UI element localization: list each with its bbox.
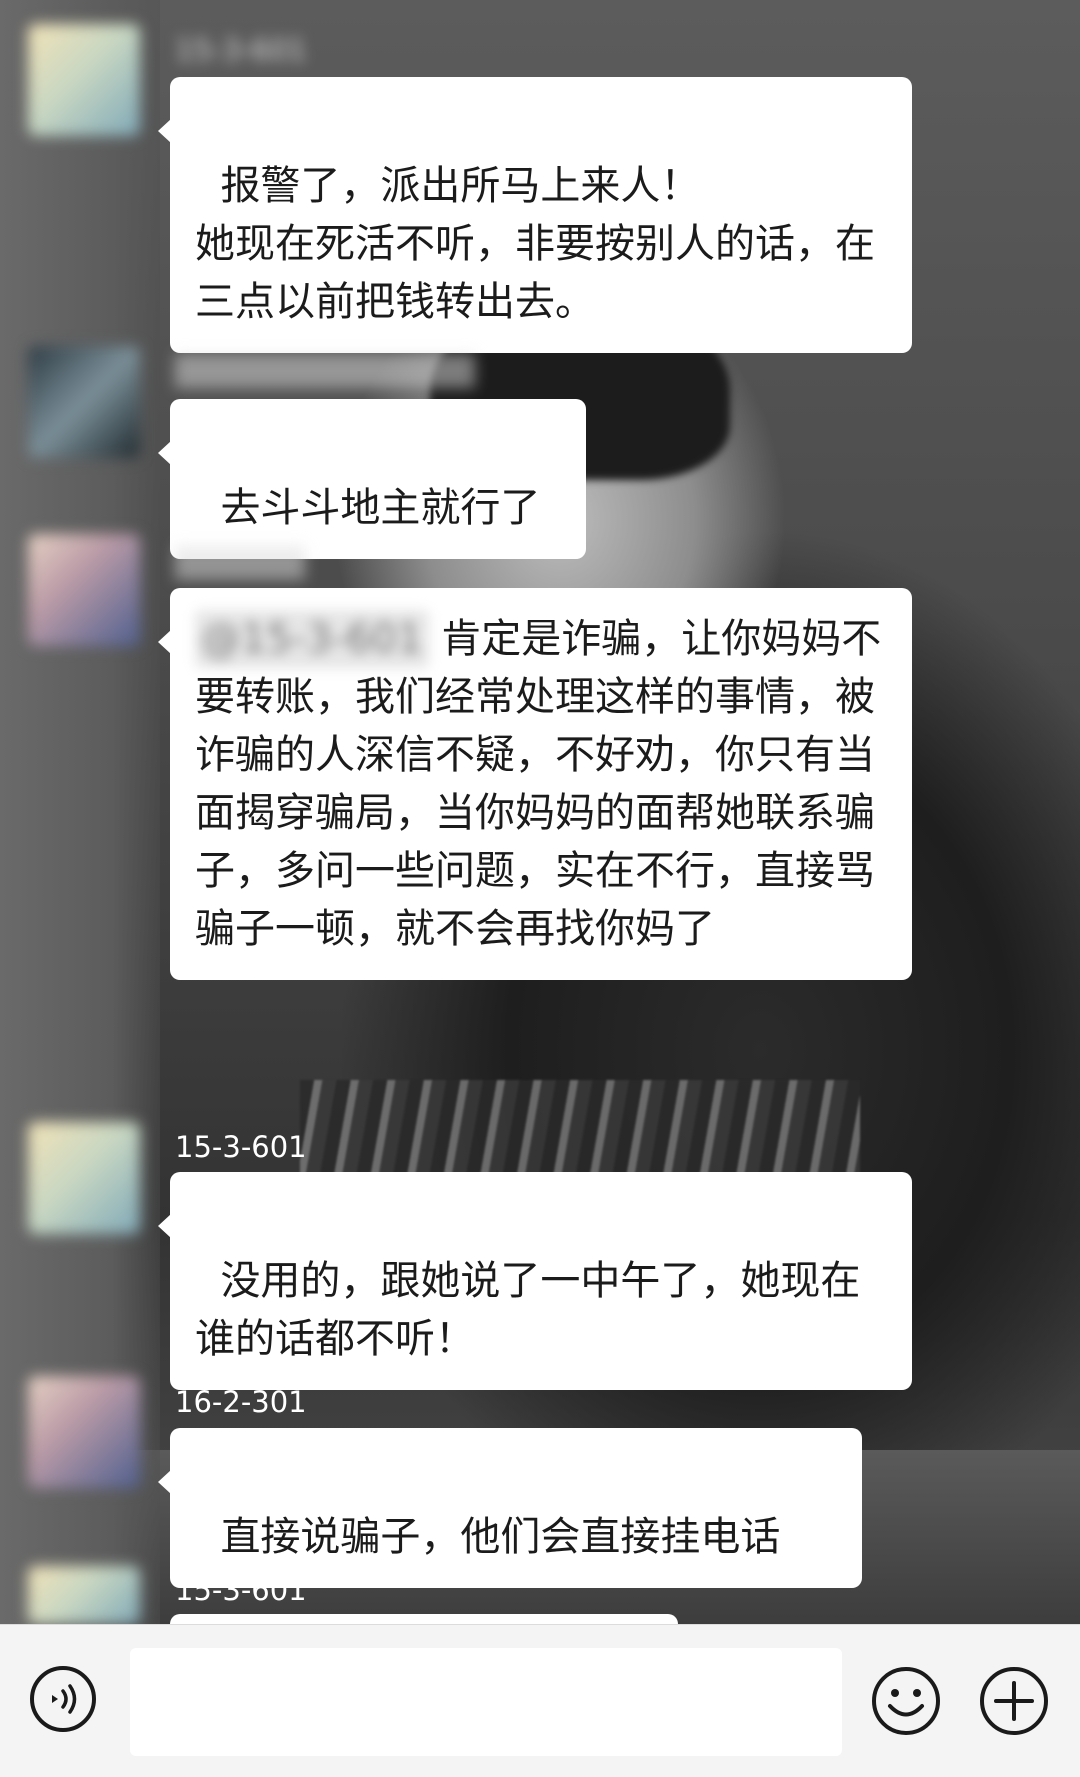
mention-tag[interactable]: @15-3-601 bbox=[195, 610, 429, 668]
avatar[interactable] bbox=[28, 1566, 140, 1624]
message-bubble[interactable]: 直接说骗子，他们会直接挂电话 bbox=[158, 1428, 862, 1588]
sender-name: 15-3-601 bbox=[175, 33, 307, 67]
avatar[interactable] bbox=[28, 24, 140, 136]
sender-name: 15-3-601 bbox=[175, 1573, 307, 1607]
sender-name: 16-2-301 bbox=[175, 1385, 307, 1419]
message-bubble[interactable]: 没用的，跟她说了一中午了，她现在谁的话都不听！ bbox=[158, 1172, 912, 1390]
sender-name bbox=[175, 546, 305, 580]
message-bubble[interactable]: 去斗斗地主就行了 bbox=[158, 399, 586, 559]
emoji-icon[interactable] bbox=[870, 1665, 942, 1737]
sender-name: 15-3-601 bbox=[175, 1130, 307, 1164]
sender-name bbox=[175, 354, 475, 388]
message-input[interactable] bbox=[130, 1648, 842, 1756]
message-bubble[interactable]: 报警了，派出所马上来人！ 她现在死活不听，非要按别人的话，在三点以前把钱转出去。 bbox=[158, 77, 912, 353]
avatar[interactable] bbox=[28, 346, 140, 458]
voice-icon[interactable] bbox=[30, 1666, 96, 1732]
message-text: 没用的，跟她说了一中午了，她现在谁的话都不听！ bbox=[195, 1258, 861, 1362]
avatar[interactable] bbox=[28, 1376, 140, 1488]
message-text: 直接说骗子，他们会直接挂电话 bbox=[220, 1514, 781, 1560]
message-text: 去斗斗地主就行了 bbox=[220, 485, 541, 531]
chat-input-bar bbox=[0, 1624, 1080, 1777]
message-bubble[interactable]: @15-3-601 肯定是诈骗，让你妈妈不要转账，我们经常处理这样的事情，被诈骗… bbox=[158, 588, 912, 980]
plus-icon[interactable] bbox=[978, 1665, 1050, 1737]
message-text: 报警了，派出所马上来人！ 她现在死活不听，非要按别人的话，在三点以前把钱转出去。 bbox=[195, 163, 875, 325]
avatar[interactable] bbox=[28, 534, 140, 646]
avatar[interactable] bbox=[28, 1122, 140, 1234]
